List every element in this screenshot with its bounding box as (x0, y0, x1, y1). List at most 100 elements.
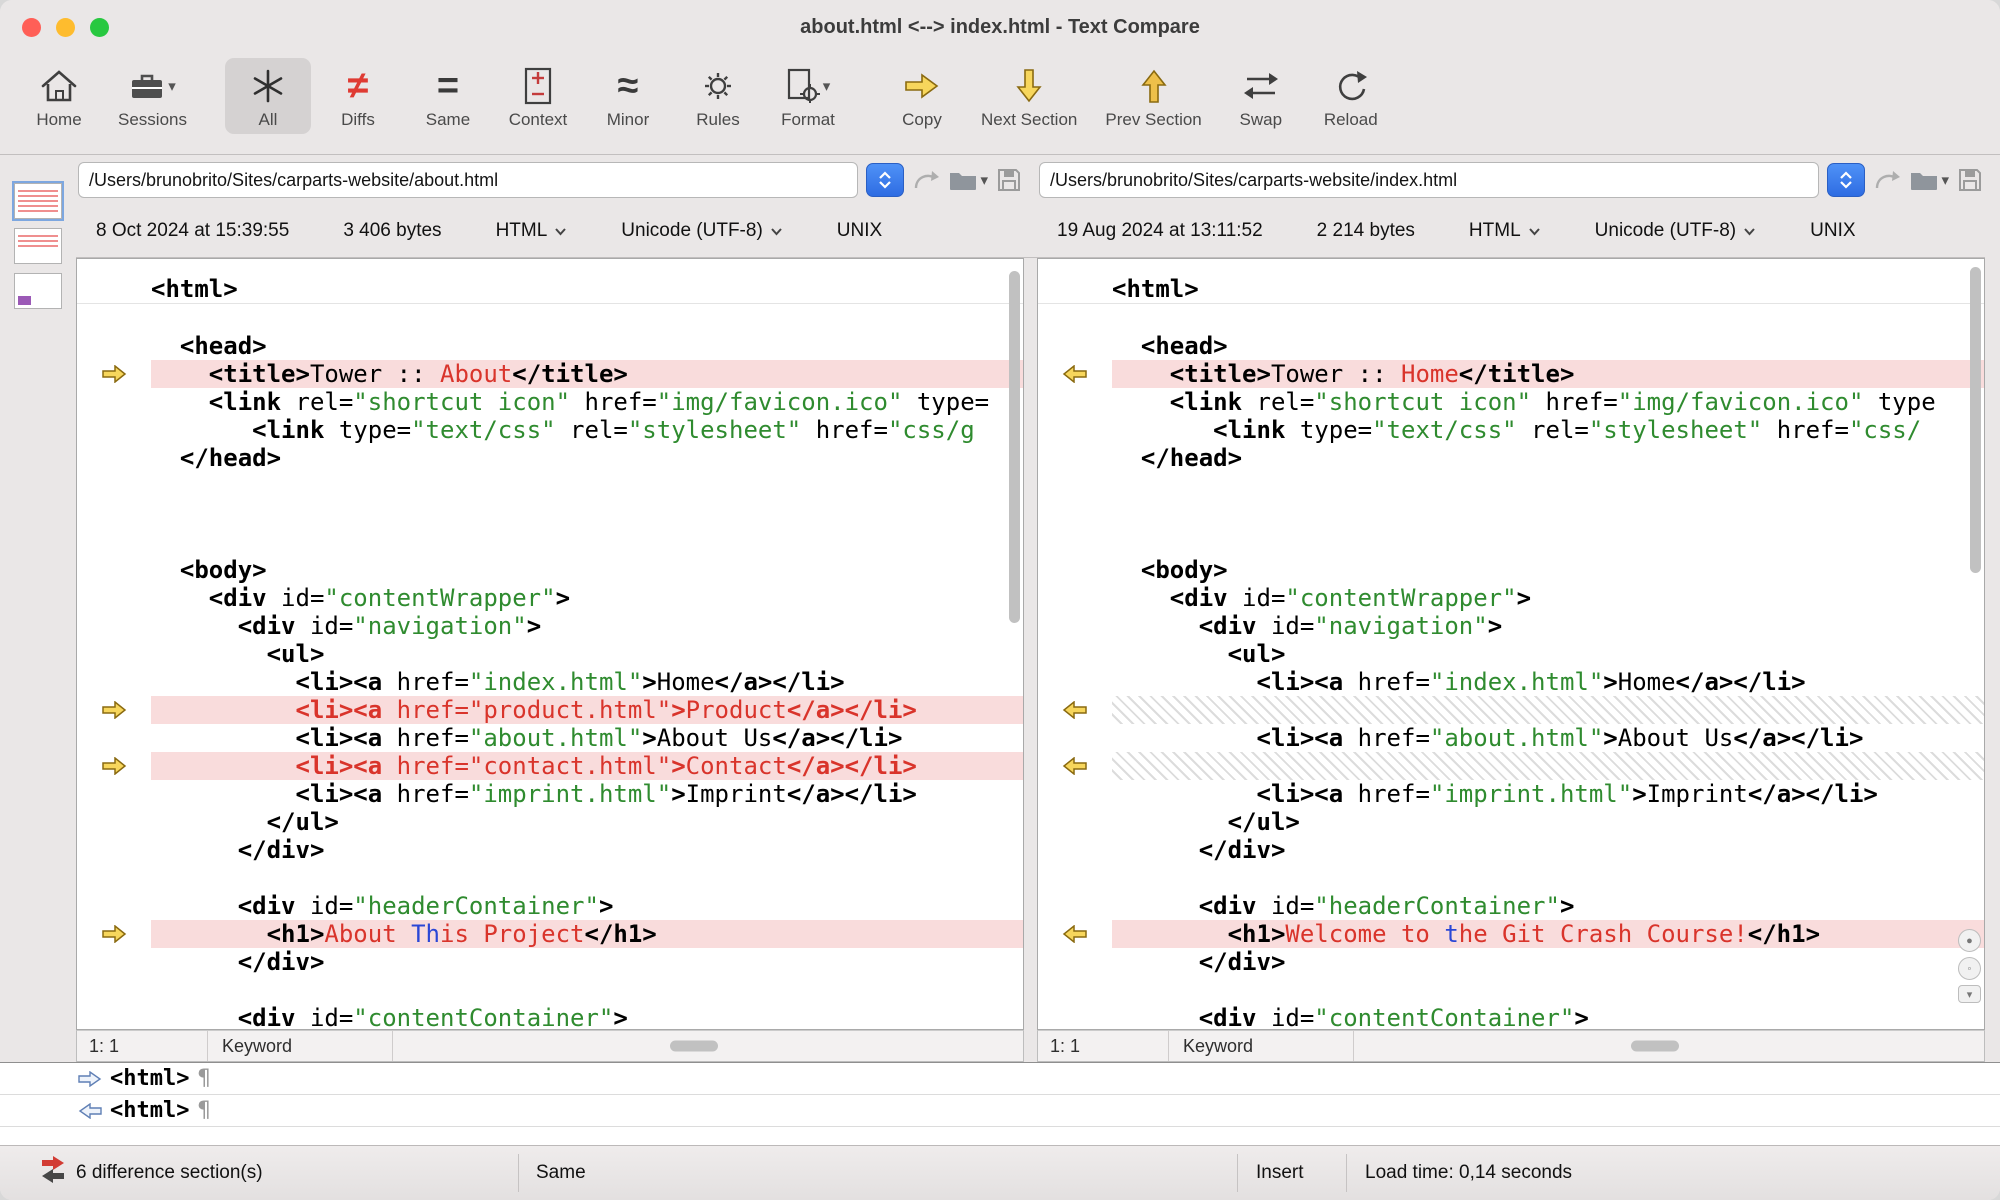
gutter (1038, 500, 1112, 528)
gutter (1038, 275, 1112, 303)
minimap-thumbnail-2[interactable] (14, 228, 62, 264)
zoom-button[interactable] (90, 18, 109, 37)
copy-section-button[interactable]: Copy (879, 58, 965, 134)
code-line: </div> (1038, 948, 1984, 976)
scroll-jump-down-button[interactable]: ▾ (1958, 985, 1981, 1003)
filter-minor-button[interactable]: ≈ Minor (585, 58, 671, 134)
code-line-text: </ul> (151, 808, 1023, 836)
code-line-text: <div id="navigation"> (151, 612, 1023, 640)
code-line-text (1112, 500, 1984, 528)
detail-arrow-left-icon (78, 1103, 102, 1119)
right-horizontal-scrollbar (1354, 1031, 1984, 1061)
toolbar-label: Same (426, 110, 470, 130)
code-line: </div> (1038, 836, 1984, 864)
left-encoding-dropdown[interactable]: Unicode (UTF-8) (621, 220, 782, 242)
filter-context-button[interactable]: Context (495, 58, 581, 134)
gutter (77, 1004, 151, 1030)
close-button[interactable] (22, 18, 41, 37)
copy-section-arrow-right-icon[interactable] (77, 360, 151, 388)
minimap-thumbnail-3[interactable] (14, 273, 62, 309)
code-line-text (151, 472, 1023, 500)
code-line-text: </ul> (1112, 808, 1984, 836)
left-open-folder-button[interactable]: ▾ (948, 164, 988, 196)
gutter (1038, 976, 1112, 1004)
yellow-arrow-right-icon (904, 63, 940, 109)
format-icon: ▾ (786, 63, 831, 109)
right-code-editor[interactable]: <html> <head> <title>Tower :: Home</titl… (1037, 258, 1985, 1030)
copy-section-arrow-right-icon[interactable] (77, 920, 151, 948)
left-history-dropdown-button[interactable] (866, 163, 904, 197)
left-file-path-input[interactable] (78, 162, 858, 198)
toolbar-label: Next Section (981, 110, 1077, 130)
rules-button[interactable]: Rules (675, 58, 761, 134)
left-syntax-dropdown[interactable]: HTML (496, 220, 568, 242)
swap-arrows-icon (1241, 63, 1281, 109)
left-code-editor[interactable]: <html> <head> <title>Tower :: About</tit… (76, 258, 1024, 1030)
code-line-text: <html> (1112, 275, 1984, 303)
gutter (1038, 780, 1112, 808)
swap-button[interactable]: Swap (1218, 58, 1304, 134)
left-vertical-scroll-thumb[interactable] (1009, 271, 1020, 623)
detail-row-left: <html> ¶ (0, 1063, 2000, 1095)
code-line: </head> (77, 444, 1023, 472)
format-button[interactable]: ▾ Format (765, 58, 851, 134)
copy-section-arrow-right-icon[interactable] (77, 696, 151, 724)
right-vertical-scroll-thumb[interactable] (1970, 267, 1981, 573)
chevron-down-icon: ▾ (1941, 171, 1949, 189)
code-line: </div> (77, 948, 1023, 976)
copy-section-arrow-right-icon[interactable] (77, 752, 151, 780)
code-line (77, 472, 1023, 500)
code-line-text: <ul> (151, 640, 1023, 668)
prev-section-button[interactable]: Prev Section (1093, 58, 1213, 134)
save-icon (996, 167, 1022, 193)
next-section-button[interactable]: Next Section (969, 58, 1089, 134)
right-file-path-input[interactable] (1039, 162, 1819, 198)
save-icon (1957, 167, 1983, 193)
code-line: <div id="navigation"> (77, 612, 1023, 640)
scroll-widget-button[interactable]: ◦ (1958, 957, 1981, 980)
status-bar: 6 difference section(s) Same Insert Load… (0, 1145, 2000, 1200)
copy-section-arrow-left-icon[interactable] (1038, 920, 1112, 948)
code-line: <html> (77, 275, 1023, 304)
code-line: <li><a href="imprint.html">Imprint</a></… (77, 780, 1023, 808)
code-line: <link rel="shortcut icon" href="img/favi… (77, 388, 1023, 416)
right-horizontal-scroll-thumb[interactable] (1631, 1041, 1679, 1052)
right-save-button[interactable] (1957, 164, 1983, 196)
minimap-thumbnail-1[interactable] (14, 183, 62, 219)
gutter (77, 612, 151, 640)
left-save-button[interactable] (996, 164, 1022, 196)
right-encoding-dropdown[interactable]: Unicode (UTF-8) (1595, 220, 1756, 242)
reload-button[interactable]: Reload (1308, 58, 1394, 134)
gutter (77, 416, 151, 444)
gutter (77, 584, 151, 612)
copy-section-arrow-left-icon[interactable] (1038, 752, 1112, 780)
gutter (1038, 640, 1112, 668)
right-revert-button[interactable] (1873, 164, 1901, 196)
sessions-button[interactable]: ▾ Sessions (106, 58, 199, 134)
home-button[interactable]: Home (16, 58, 102, 134)
minimize-button[interactable] (56, 18, 75, 37)
pilcrow-mark: ¶ (197, 1066, 210, 1091)
right-history-dropdown-button[interactable] (1827, 163, 1865, 197)
left-vertical-scrollbar (1008, 261, 1021, 1027)
title-bar: about.html <--> index.html - Text Compar… (0, 0, 2000, 54)
right-syntax-dropdown[interactable]: HTML (1469, 220, 1541, 242)
chevron-down-icon (770, 227, 783, 236)
left-revert-button[interactable] (912, 164, 940, 196)
copy-section-arrow-left-icon[interactable] (1038, 360, 1112, 388)
right-open-folder-button[interactable]: ▾ (1909, 164, 1949, 196)
up-down-chevrons-icon (877, 171, 893, 189)
copy-section-arrow-left-icon[interactable] (1038, 696, 1112, 724)
filter-diffs-button[interactable]: ≠ Diffs (315, 58, 401, 134)
code-line-text: <link rel="shortcut icon" href="img/favi… (1112, 388, 1984, 416)
left-cursor-position: 1: 1 (77, 1036, 207, 1057)
filter-all-button[interactable]: All (225, 58, 311, 134)
left-horizontal-scroll-thumb[interactable] (670, 1041, 718, 1052)
selection-state: Same (536, 1162, 586, 1184)
gutter (77, 668, 151, 696)
filter-same-button[interactable]: = Same (405, 58, 491, 134)
code-line-text: <div id="contentWrapper"> (1112, 584, 1984, 612)
code-line: <link type="text/css" rel="stylesheet" h… (77, 416, 1023, 444)
code-line: <ul> (1038, 640, 1984, 668)
scroll-widget-button[interactable]: ● (1958, 929, 1981, 952)
